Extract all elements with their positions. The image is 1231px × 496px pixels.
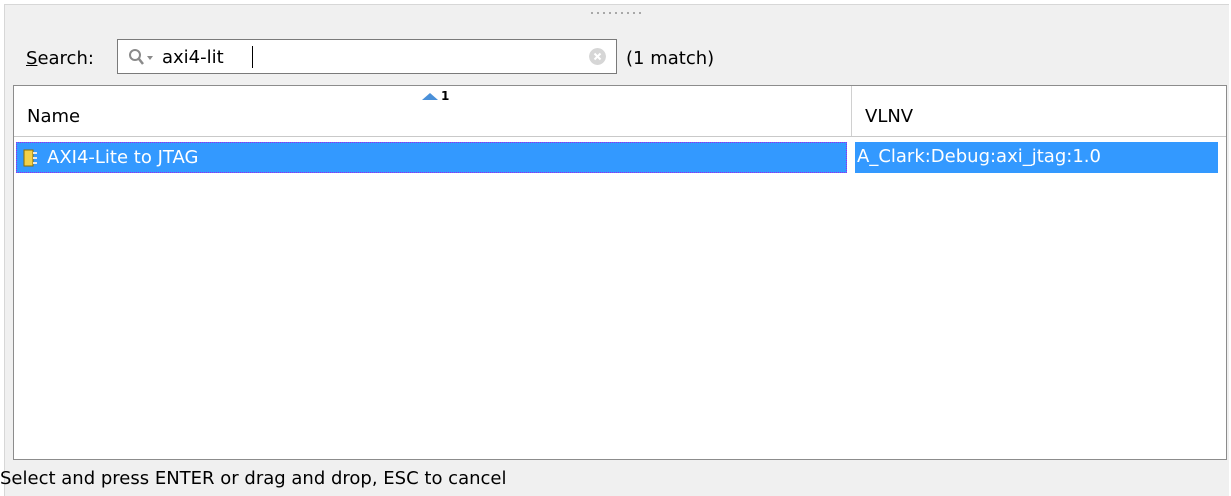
search-label: Search: [26, 48, 94, 69]
sort-indicator: 1 [422, 89, 449, 103]
status-text: Select and press ENTER or drag and drop,… [0, 468, 507, 489]
ip-catalog-panel: Search: (1 match) 1 Na [4, 4, 1229, 496]
cell-vlnv-text: A_Clark:Debug:axi_jtag:1.0 [857, 146, 1101, 167]
column-header-name[interactable]: 1 Name [14, 86, 852, 136]
ip-results-table: 1 Name VLNV AXI4-Lite to JTAG A_Clark:De… [13, 85, 1227, 460]
sort-index: 1 [441, 89, 450, 103]
resize-grip[interactable] [591, 12, 651, 18]
cell-name[interactable]: AXI4-Lite to JTAG [16, 142, 847, 173]
table-row[interactable]: AXI4-Lite to JTAG A_Clark:Debug:axi_jtag… [16, 142, 1218, 173]
column-header-vlnv-label: VLNV [865, 106, 914, 127]
search-row: Search: (1 match) [5, 36, 1229, 78]
text-caret [252, 46, 253, 68]
column-header-name-label: Name [27, 106, 81, 127]
ip-block-icon [23, 149, 37, 167]
search-icon[interactable] [128, 48, 158, 66]
cell-vlnv[interactable]: A_Clark:Debug:axi_jtag:1.0 [855, 142, 1218, 173]
clear-icon[interactable] [589, 48, 606, 65]
search-box[interactable] [117, 39, 617, 74]
status-bar: Select and press ENTER or drag and drop,… [0, 460, 1231, 496]
cell-name-text: AXI4-Lite to JTAG [47, 147, 199, 168]
match-count: (1 match) [626, 48, 715, 69]
table-header: 1 Name VLNV [14, 86, 1226, 137]
column-header-vlnv[interactable]: VLNV [852, 86, 1226, 136]
sort-ascending-icon [422, 92, 438, 100]
search-input[interactable] [162, 44, 582, 70]
